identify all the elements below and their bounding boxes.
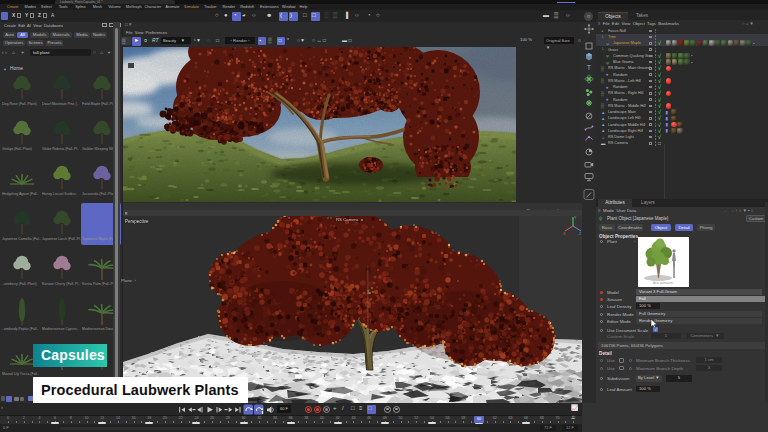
svg-text:Y: Y bbox=[574, 216, 577, 220]
svg-text:X: X bbox=[563, 232, 566, 236]
svg-text:T: T bbox=[587, 64, 592, 71]
svg-text:Acer palmatum: Acer palmatum bbox=[653, 281, 674, 285]
